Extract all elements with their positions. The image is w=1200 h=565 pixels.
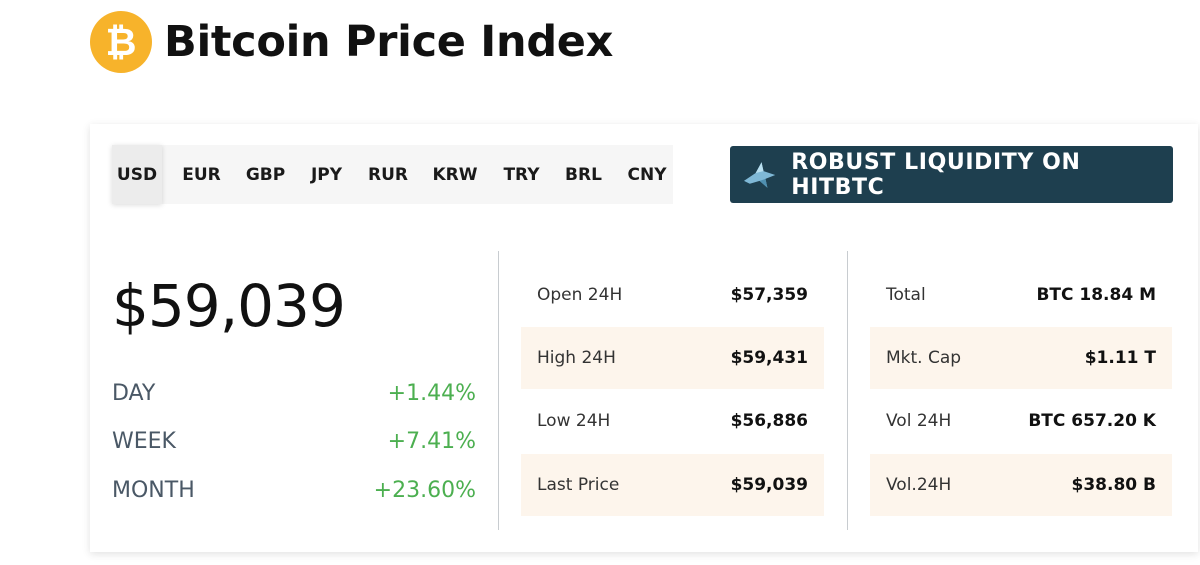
stat-row-total: Total BTC 18.84 M [870,264,1172,326]
stat-label: Open 24H [537,285,623,305]
tab-usd[interactable]: USD [112,145,162,204]
hitbtc-promo-button[interactable]: ROBUST LIQUIDITY ON HITBTC [730,146,1173,203]
page-header: ₿ Bitcoin Price Index [90,10,613,74]
stat-value: $38.80 B [1071,475,1156,495]
stat-label: Total [886,285,926,305]
change-value: +7.41% [387,428,476,454]
stat-label: Last Price [537,475,620,495]
column-divider [498,251,499,530]
stat-label: Low 24H [537,411,611,431]
stat-row-vol-btc: Vol 24H BTC 657.20 K [870,390,1172,452]
stat-label: Vol.24H [886,475,952,495]
change-row-month: MONTH +23.60% [112,475,476,505]
stat-value: BTC 18.84 M [1036,285,1156,305]
change-row-day: DAY +1.44% [112,378,476,408]
page-title: Bitcoin Price Index [164,17,614,67]
stat-row-mkt-cap: Mkt. Cap $1.11 T [870,327,1172,389]
stat-value: BTC 657.20 K [1028,411,1156,431]
change-row-week: WEEK +7.41% [112,426,476,456]
tab-gbp[interactable]: GBP [241,145,290,204]
promo-label: ROBUST LIQUIDITY ON HITBTC [791,149,1081,200]
change-value: +1.44% [387,380,476,406]
hitbtc-shark-icon [743,161,776,188]
tab-try[interactable]: TRY [497,145,546,204]
stat-value: $59,039 [730,475,808,495]
stat-row-vol-usd: Vol.24H $38.80 B [870,454,1172,516]
stat-value: $1.11 T [1084,348,1156,368]
stat-label: Vol 24H [886,411,952,431]
change-label: WEEK [112,428,176,454]
tab-rur[interactable]: RUR [363,145,413,204]
tab-eur[interactable]: EUR [162,145,241,204]
current-price: $59,039 [112,272,346,340]
currency-tabs: USD EUR GBP JPY RUR KRW TRY BRL CNY [112,145,673,204]
column-divider [847,251,848,530]
tab-krw[interactable]: KRW [413,145,497,204]
stat-label: High 24H [537,348,616,368]
change-label: MONTH [112,477,195,503]
stat-row-high: High 24H $59,431 [521,327,824,389]
stat-value: $57,359 [730,285,808,305]
tab-brl[interactable]: BRL [546,145,621,204]
stat-row-low: Low 24H $56,886 [521,390,824,452]
stat-row-open: Open 24H $57,359 [521,264,824,326]
change-value: +23.60% [373,477,476,503]
price-index-card: USD EUR GBP JPY RUR KRW TRY BRL CNY ROBU… [90,124,1198,552]
stat-value: $56,886 [730,411,808,431]
stat-row-last: Last Price $59,039 [521,454,824,516]
stat-value: $59,431 [730,348,808,368]
change-label: DAY [112,380,156,406]
tab-jpy[interactable]: JPY [290,145,363,204]
tab-cny[interactable]: CNY [621,145,673,204]
stat-label: Mkt. Cap [886,348,962,368]
bitcoin-logo-icon: ₿ [90,11,152,73]
